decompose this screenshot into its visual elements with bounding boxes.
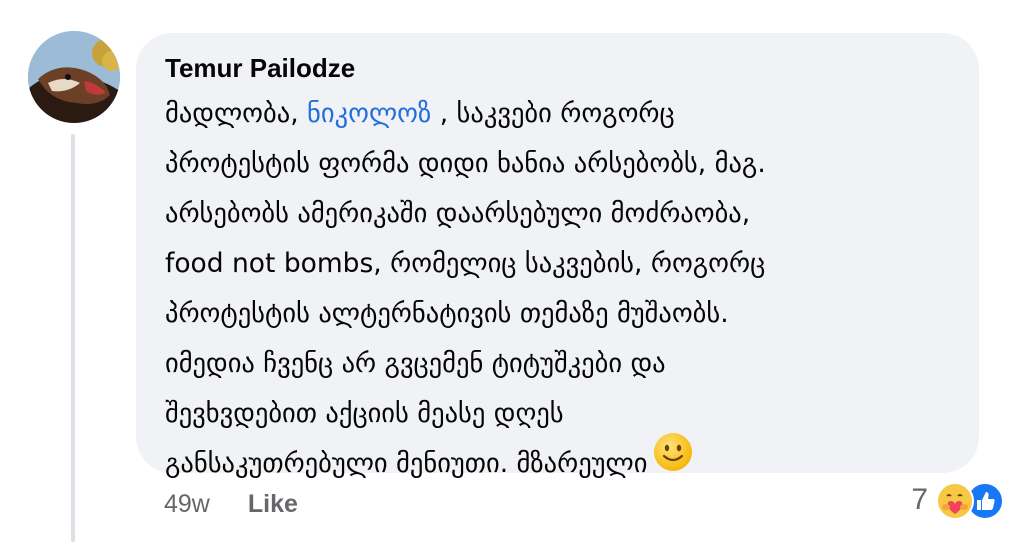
author-name[interactable]: Temur Pailodze [165, 51, 949, 85]
comment-bubble: Temur Pailodze მადლობა, ნიკოლოზ , საკვებ… [136, 33, 979, 479]
mention-link[interactable]: ნიკოლოზ [307, 98, 431, 129]
reaction-icons [936, 480, 1008, 520]
timestamp[interactable]: 49w [164, 490, 210, 519]
comment-line-6: იმედია ჩვენც არ გვცემენ ტიტუშკები და [165, 348, 666, 379]
avatar[interactable] [28, 31, 120, 123]
reactions-summary[interactable]: 7 [911, 478, 1008, 522]
comment-line-7: შევხვდებით აქციის მეასე დღეს [165, 398, 564, 429]
comment-meta: 49w Like [164, 486, 298, 522]
comment-line-5: პროტესტის ალტერნატივის თემაზე მუშაობს. [165, 298, 729, 329]
reaction-count: 7 [911, 483, 928, 516]
comment-line-8: განსაკუთრებული მენიუთი. მზარეული [165, 433, 949, 489]
slightly-smiling-face-icon [653, 432, 693, 489]
comment-line-1: მადლობა, ნიკოლოზ , საკვები როგორც [165, 98, 675, 129]
comment-text: მადლობა, ნიკოლოზ , საკვები როგორც პროტეს… [165, 89, 949, 489]
dog-photo-icon [28, 31, 120, 123]
comment-line-3: არსებობს ამერიკაში დაარსებული მოძრაობა, [165, 198, 751, 229]
thread-line [71, 134, 75, 542]
like-button[interactable]: Like [248, 490, 298, 519]
care-reaction-icon [936, 482, 974, 520]
comment-container: Temur Pailodze მადლობა, ნიკოლოზ , საკვებ… [0, 0, 1024, 542]
comment-line-4: food not bombs, რომელიც საკვების, როგორც [165, 248, 766, 279]
comment-line-2: პროტესტის ფორმა დიდი ხანია არსებობს, მაგ… [165, 148, 766, 179]
